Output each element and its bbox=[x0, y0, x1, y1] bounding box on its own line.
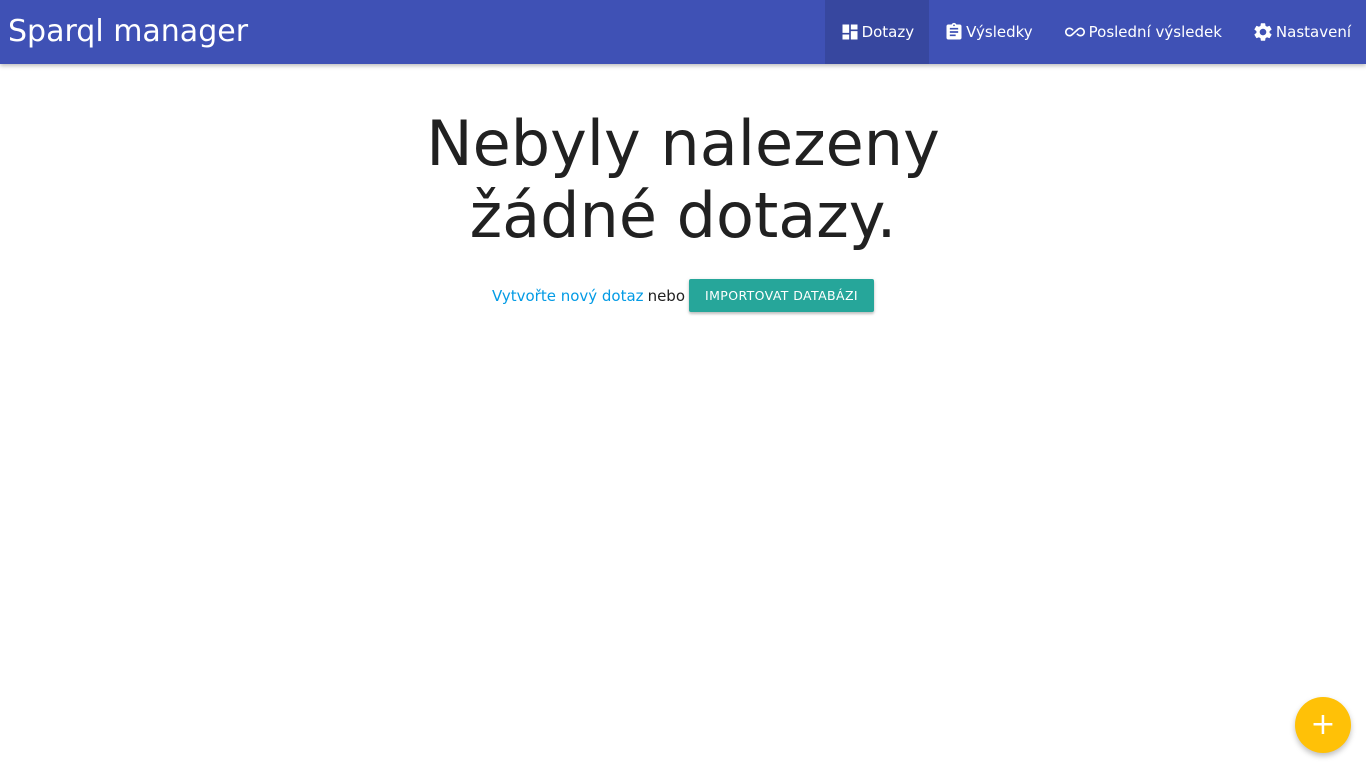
gear-icon bbox=[1252, 21, 1274, 43]
connector-text: nebo bbox=[647, 286, 685, 305]
nav-item-label: Poslední výsledek bbox=[1088, 23, 1222, 41]
add-icon: + bbox=[1310, 707, 1336, 742]
nav-item-dotazy[interactable]: Dotazy bbox=[824, 0, 930, 64]
infinity-icon bbox=[1063, 22, 1087, 42]
main-content: Nebyly nalezeny žádné dotazy. Vytvořte n… bbox=[0, 64, 1366, 312]
top-navbar: Sparql manager Dotazy Výsledky Poslední … bbox=[0, 0, 1366, 64]
dashboard-icon bbox=[840, 22, 860, 42]
import-database-button[interactable]: IMPORTOVAT DATABÁZI bbox=[689, 279, 874, 312]
nav-item-label: Výsledky bbox=[966, 23, 1033, 41]
nav-item-nastaveni[interactable]: Nastavení bbox=[1237, 0, 1366, 64]
nav-item-label: Dotazy bbox=[861, 23, 915, 41]
empty-state-heading: Nebyly nalezeny žádné dotazy. bbox=[426, 107, 940, 252]
clipboard-icon bbox=[944, 22, 964, 42]
app-brand[interactable]: Sparql manager bbox=[8, 0, 248, 64]
empty-state-actions: Vytvořte nový dotaz nebo IMPORTOVAT DATA… bbox=[0, 279, 1366, 312]
nav-item-vysledky[interactable]: Výsledky bbox=[929, 0, 1048, 64]
nav-item-posledni-vysledek[interactable]: Poslední výsledek bbox=[1048, 0, 1237, 64]
nav-item-label: Nastavení bbox=[1275, 23, 1351, 41]
add-query-fab[interactable]: + bbox=[1295, 697, 1351, 753]
nav-menu: Dotazy Výsledky Poslední výsledek Nastav… bbox=[824, 0, 1366, 64]
create-query-link[interactable]: Vytvořte nový dotaz bbox=[492, 287, 644, 305]
